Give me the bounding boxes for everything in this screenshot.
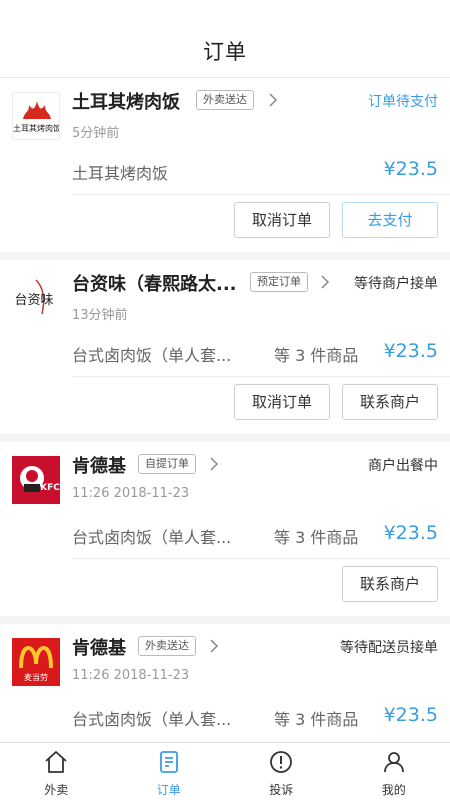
order-price: ¥23.5 [383, 340, 438, 362]
shop-name[interactable]: 肯德基 [72, 452, 126, 478]
tab-profile[interactable]: 我的 [338, 743, 450, 800]
logo-text: KFC [40, 483, 60, 493]
bottom-tab-bar: 外卖 订单 投诉 我的 [0, 742, 450, 800]
contact-merchant-button[interactable]: 联系商户 [342, 566, 438, 602]
profile-icon [383, 752, 404, 773]
order-type-tag: 预定订单 [250, 272, 308, 292]
item-count: 等 3 件商品 [274, 710, 359, 729]
order-status: 订单待支付 [368, 94, 438, 110]
order-time: 11:26 2018-11-23 [72, 668, 190, 683]
order-card[interactable]: 土耳其烤肉饭 土耳其烤肉饭 外卖送达 订单待支付 5分钟前 土耳其烤肉饭 ¥23… [0, 78, 450, 252]
contact-merchant-button[interactable]: 联系商户 [342, 384, 438, 420]
home-icon [45, 751, 67, 773]
tab-label: 外卖 [44, 783, 69, 797]
top-bar: 订单 [0, 0, 450, 78]
shop-name[interactable]: 肯德基 [72, 634, 126, 660]
cancel-order-button[interactable]: 取消订单 [234, 202, 330, 238]
chevron-right-icon[interactable] [207, 455, 221, 473]
chevron-right-icon[interactable] [266, 91, 280, 109]
chevron-right-icon[interactable] [207, 637, 221, 655]
logo-text: 土耳其烤肉饭 [13, 123, 60, 133]
shop-logo: 台资味 [12, 274, 60, 322]
divider [72, 376, 450, 377]
shop-logo: 麦当劳 [12, 638, 60, 686]
order-card[interactable]: KFC 肯德基 自提订单 商户出餐中 11:26 2018-11-23 台式卤肉… [0, 442, 450, 616]
shop-name[interactable]: 台资味（春熙路太... [72, 270, 237, 296]
complaint-icon [270, 751, 293, 773]
tab-label: 我的 [381, 783, 406, 797]
cancel-order-button[interactable]: 取消订单 [234, 384, 330, 420]
order-price: ¥23.5 [383, 704, 438, 726]
order-price: ¥23.5 [383, 158, 438, 180]
order-price: ¥23.5 [383, 522, 438, 544]
order-icon [159, 751, 178, 773]
order-status: 等待商户接单 [354, 276, 438, 292]
shop-logo: KFC [12, 456, 60, 504]
tab-takeout[interactable]: 外卖 [0, 743, 113, 800]
order-status: 商户出餐中 [368, 458, 438, 474]
order-time: 5分钟前 [72, 126, 120, 141]
goods-summary: 土耳其烤肉饭 [72, 164, 169, 183]
chevron-right-icon[interactable] [318, 273, 332, 291]
goods-summary: 台式卤肉饭（单人套... [72, 710, 232, 729]
tab-complaints[interactable]: 投诉 [225, 743, 338, 800]
divider [72, 194, 450, 195]
shop-logo: 土耳其烤肉饭 [12, 92, 60, 140]
divider [72, 558, 450, 559]
order-card[interactable]: 麦当劳 肯德基 外卖送达 等待配送员接单 11:26 2018-11-23 台式… [0, 624, 450, 742]
shop-name[interactable]: 土耳其烤肉饭 [72, 88, 180, 114]
pay-button[interactable]: 去支付 [342, 202, 438, 238]
order-type-tag: 自提订单 [138, 454, 196, 474]
goods-summary: 台式卤肉饭（单人套... [72, 346, 232, 365]
page-title: 订单 [203, 40, 247, 64]
tab-label: 订单 [156, 783, 181, 797]
item-count: 等 3 件商品 [274, 346, 359, 365]
tab-label: 投诉 [269, 783, 294, 797]
order-time: 11:26 2018-11-23 [72, 486, 190, 501]
item-count: 等 3 件商品 [274, 528, 359, 547]
goods-summary: 台式卤肉饭（单人套... [72, 528, 232, 547]
order-card[interactable]: 台资味 台资味（春熙路太... 预定订单 等待商户接单 13分钟前 台式卤肉饭（… [0, 260, 450, 434]
order-status: 等待配送员接单 [340, 640, 438, 656]
logo-text: 麦当劳 [24, 672, 48, 682]
order-type-tag: 外卖送达 [196, 90, 254, 110]
order-type-tag: 外卖送达 [138, 636, 196, 656]
order-time: 13分钟前 [72, 308, 128, 323]
order-list[interactable]: 土耳其烤肉饭 土耳其烤肉饭 外卖送达 订单待支付 5分钟前 土耳其烤肉饭 ¥23… [0, 78, 450, 742]
tab-orders[interactable]: 订单 [113, 743, 226, 800]
logo-text: 台资味 [14, 293, 53, 308]
